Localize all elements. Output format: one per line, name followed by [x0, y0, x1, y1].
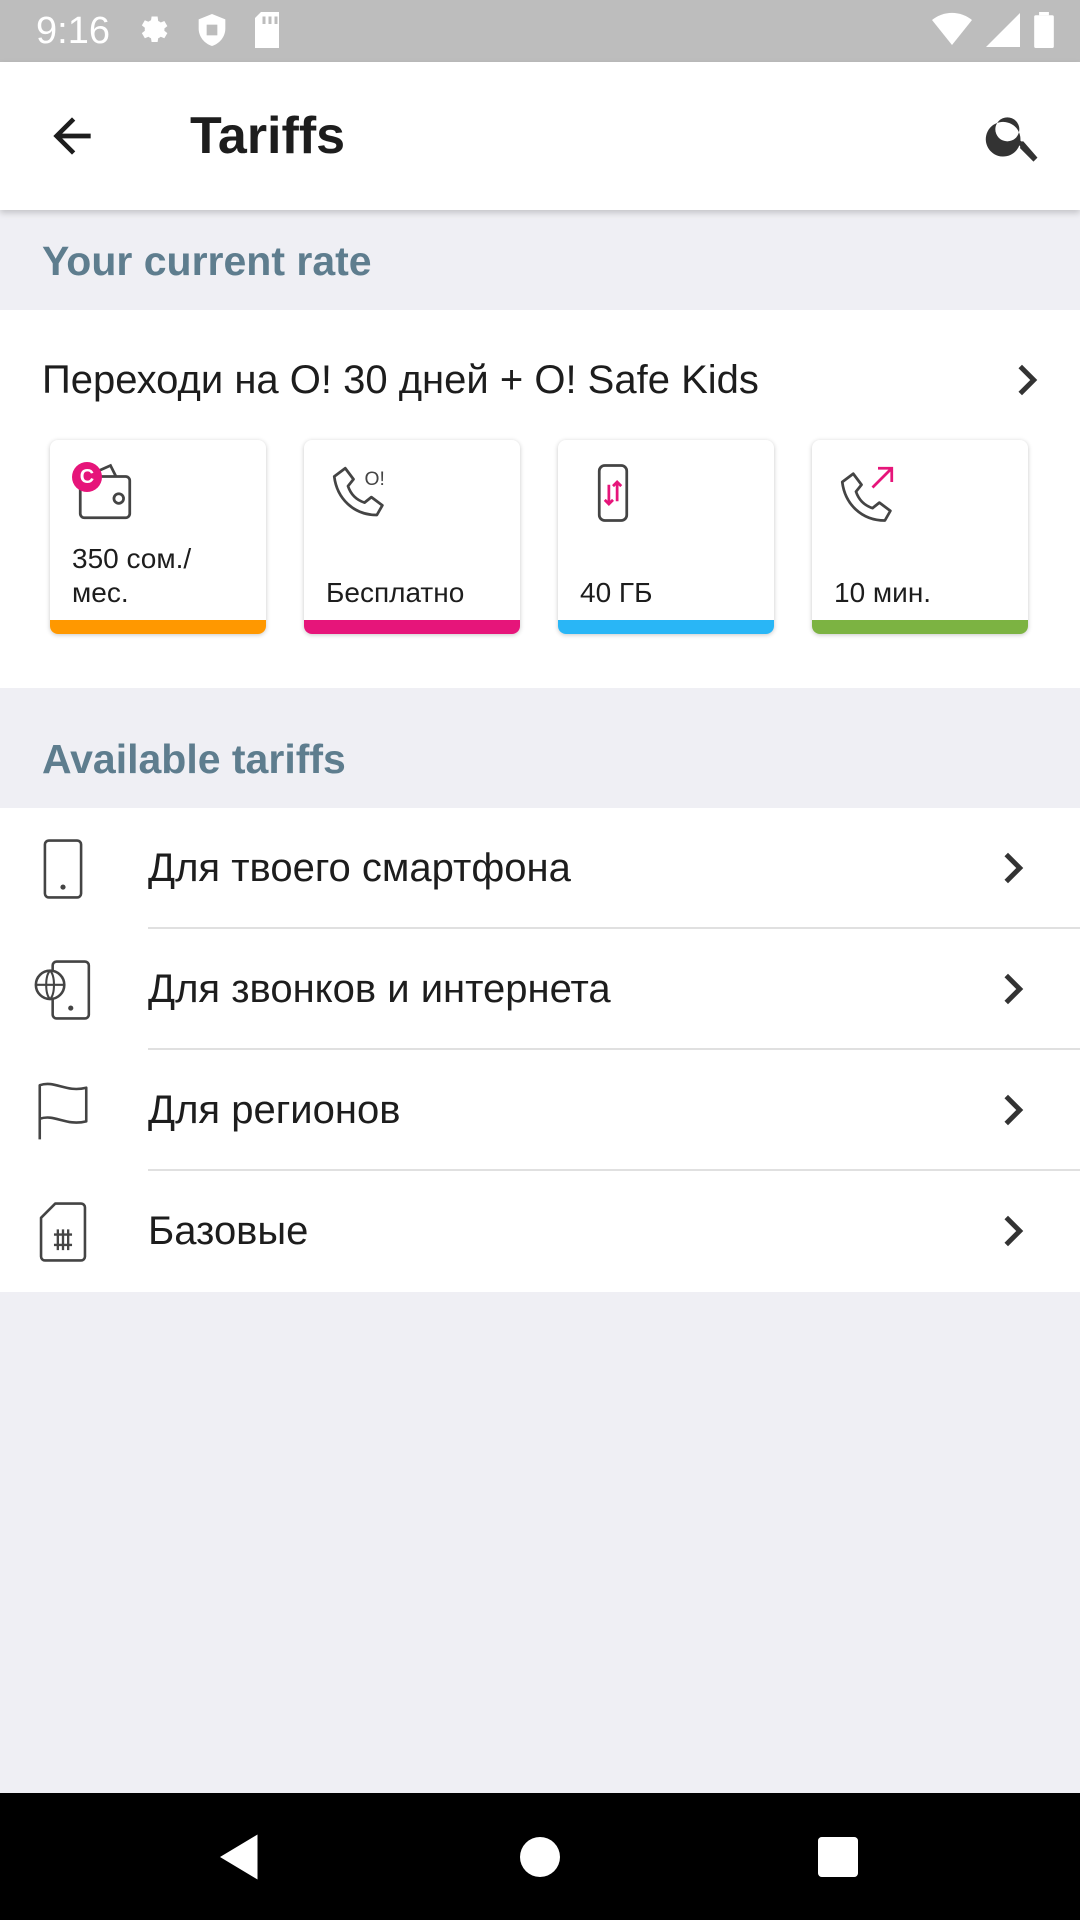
system-nav-bar: [0, 1793, 1080, 1920]
status-bar: 9:16: [0, 0, 1080, 62]
outgoing-call-icon: [840, 466, 894, 522]
tariff-item-regions[interactable]: Для регионов: [0, 1050, 1080, 1171]
search-button[interactable]: [982, 104, 1046, 168]
signal-icon: [986, 12, 1020, 48]
circle-home-icon: [520, 1837, 560, 1877]
sim-card-icon: [39, 1202, 87, 1262]
tile-price-label: 350 сом./ мес.: [72, 543, 192, 608]
nav-back-button[interactable]: [210, 1827, 270, 1887]
sd-card-icon: [252, 12, 282, 48]
tile-minutes[interactable]: 10 мин.: [812, 440, 1028, 634]
chevron-right-icon: [1004, 1094, 1024, 1126]
smartphone-icon: [43, 839, 83, 899]
battery-icon: [1034, 12, 1054, 48]
settings-icon: [136, 12, 172, 48]
tile-price-bar: [50, 620, 266, 634]
tile-price[interactable]: С 350 сом./ мес.: [50, 440, 266, 634]
tariff-label: Для регионов: [148, 1088, 401, 1132]
tile-calls[interactable]: O! Бесплатно: [304, 440, 520, 634]
current-rate-card: Переходи на О! 30 дней + О! Safe Kids С …: [0, 310, 1080, 688]
tile-data[interactable]: 40 ГБ: [558, 440, 774, 634]
tile-data-label: 40 ГБ: [580, 577, 653, 608]
available-tariffs-header: Available tariffs: [42, 736, 346, 782]
globe-phone-icon: [34, 960, 91, 1020]
current-tariff-link[interactable]: Переходи на О! 30 дней + О! Safe Kids: [42, 350, 1042, 410]
status-time: 9:16: [36, 10, 110, 52]
tariff-list: Для твоего смартфона Для звонков и интер…: [0, 808, 1080, 1292]
flag-icon: [38, 1082, 88, 1140]
tile-calls-label: Бесплатно: [326, 577, 465, 608]
phone-data-icon: [597, 464, 629, 522]
chevron-right-icon: [1018, 364, 1038, 396]
page-title: Tariffs: [190, 107, 346, 165]
search-icon: [985, 117, 1038, 162]
nav-home-button[interactable]: [510, 1827, 570, 1887]
tariff-item-smartphone[interactable]: Для твоего смартфона: [0, 808, 1080, 929]
tariff-item-calls-internet[interactable]: Для звонков и интернета: [0, 929, 1080, 1050]
tariff-item-basic[interactable]: Базовые: [0, 1171, 1080, 1292]
current-tariff-title: Переходи на О! 30 дней + О! Safe Kids: [42, 358, 759, 402]
tile-data-bar: [558, 620, 774, 634]
tariff-label: Базовые: [148, 1209, 309, 1253]
svg-text:O!: O!: [365, 469, 385, 490]
back-button[interactable]: [40, 108, 104, 164]
triangle-back-icon: [220, 1834, 258, 1880]
tariff-label: Для твоего смартфона: [148, 846, 571, 890]
chevron-right-icon: [1004, 852, 1024, 884]
phone-call-icon: O!: [332, 466, 385, 517]
wifi-icon: [932, 12, 972, 48]
tariff-label: Для звонков и интернета: [148, 967, 611, 1011]
nav-recents-button[interactable]: [808, 1827, 868, 1887]
arrow-back-icon: [53, 117, 91, 155]
square-recents-icon: [818, 1837, 858, 1877]
chevron-right-icon: [1004, 1215, 1024, 1247]
shield-icon: [196, 12, 228, 48]
chevron-right-icon: [1004, 973, 1024, 1005]
currency-badge: С: [72, 462, 102, 492]
tile-minutes-bar: [812, 620, 1028, 634]
app-bar: Tariffs: [0, 62, 1080, 210]
current-rate-header: Your current rate: [42, 238, 372, 284]
tile-calls-bar: [304, 620, 520, 634]
tile-minutes-label: 10 мин.: [834, 577, 932, 608]
